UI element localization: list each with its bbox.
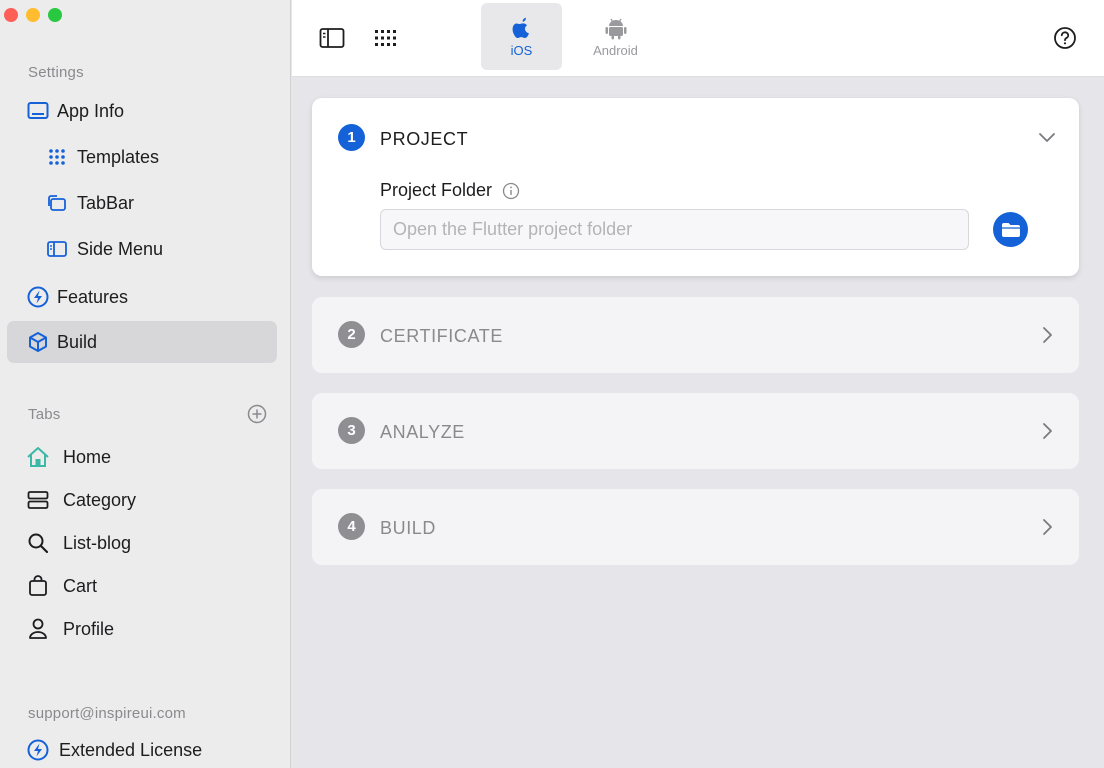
sidebar-item-label: List-blog: [63, 532, 132, 553]
step-title: ANALYZE: [380, 422, 465, 442]
close-window-button[interactable]: [4, 8, 18, 22]
platform-tab-ios[interactable]: iOS: [481, 3, 562, 70]
platform-label: Android: [593, 42, 638, 58]
apple-icon: [512, 17, 529, 38]
help-button[interactable]: [1052, 25, 1078, 51]
sidebar-item-label: Cart: [63, 575, 98, 596]
bolt-icon: [26, 738, 50, 762]
grid-view-button[interactable]: [372, 25, 400, 51]
question-circle-icon: [1054, 27, 1076, 49]
sidebar-item-label: Extended License: [59, 739, 203, 760]
sidebar-tab-list-blog[interactable]: List-blog: [7, 522, 277, 564]
chevron-right-icon: [1043, 327, 1052, 343]
chevron-right-icon: [1043, 519, 1052, 535]
expand-step-button[interactable]: [1037, 325, 1057, 345]
folder-icon: [1001, 222, 1020, 237]
step-card-certificate[interactable]: 2 CERTIFICATE: [312, 297, 1079, 373]
sidebar-item-build[interactable]: Build: [7, 321, 277, 363]
tabbar-icon: [45, 191, 69, 215]
toggle-sidebar-button[interactable]: [318, 25, 346, 51]
sidebar-tab-profile[interactable]: Profile: [7, 608, 277, 650]
sidebar-item-app-info[interactable]: App Info: [7, 90, 277, 132]
project-folder-label-text: Project Folder: [380, 180, 493, 200]
sidebar-item-tabbar[interactable]: TabBar: [7, 182, 277, 224]
sidebar-toggle-icon: [319, 28, 345, 48]
bolt-icon: [26, 285, 50, 309]
sidebar-item-templates[interactable]: Templates: [7, 136, 277, 178]
person-icon: [26, 617, 50, 641]
sidebar-item-extended-license[interactable]: Extended License: [7, 729, 277, 768]
sidebar-item-label: Home: [63, 446, 112, 467]
android-icon: [605, 18, 626, 39]
step-number: 4: [338, 513, 365, 540]
settings-section-label: Settings: [28, 64, 84, 81]
expand-step-button[interactable]: [1037, 421, 1057, 441]
plus-circle-icon: [247, 404, 267, 424]
project-folder-input[interactable]: [380, 209, 969, 250]
sidebar-tab-category[interactable]: Category: [7, 479, 277, 521]
sidebar-item-label: Build: [57, 331, 98, 352]
sidebar-item-side-menu[interactable]: Side Menu: [7, 228, 277, 270]
step-number: 2: [338, 321, 365, 348]
sidebar-item-label: App Info: [57, 100, 125, 121]
sidebar-tab-home[interactable]: Home: [7, 436, 277, 478]
step-title[interactable]: PROJECT: [380, 129, 468, 150]
step-card-project: 1 PROJECT Project Folder: [312, 98, 1079, 276]
sidebar-item-label: Side Menu: [77, 238, 164, 259]
support-email[interactable]: support@inspireui.com: [28, 705, 186, 722]
chevron-down-icon: [1039, 133, 1055, 142]
category-icon: [26, 488, 50, 512]
step-number: 1: [338, 124, 365, 151]
step-card-build[interactable]: 4 BUILD: [312, 489, 1079, 565]
sidebar-item-label: Category: [63, 489, 137, 510]
step-card-analyze[interactable]: 3 ANALYZE: [312, 393, 1079, 469]
platform-label: iOS: [510, 42, 533, 58]
sidebar-item-label: Profile: [63, 618, 115, 639]
sidebar-item-label: TabBar: [77, 192, 135, 213]
window-controls: [4, 8, 62, 22]
grid-icon: [375, 30, 396, 46]
sidebar-item-features[interactable]: Features: [7, 276, 277, 318]
home-icon: [26, 445, 50, 469]
side-menu-icon: [45, 237, 69, 261]
project-folder-label: Project Folder: [380, 180, 520, 201]
add-tab-button[interactable]: [247, 404, 269, 426]
sidebar-item-label: Features: [57, 286, 129, 307]
platform-tab-android[interactable]: Android: [575, 3, 656, 70]
step-title: BUILD: [380, 518, 437, 538]
search-icon: [26, 531, 50, 555]
sidebar: Settings App Info Templates TabBar Side …: [0, 0, 291, 768]
cube-icon: [26, 330, 50, 354]
sidebar-item-label: Templates: [77, 146, 160, 167]
zoom-window-button[interactable]: [48, 8, 62, 22]
expand-step-button[interactable]: [1037, 517, 1057, 537]
collapse-step-button[interactable]: [1037, 127, 1057, 147]
bag-icon: [26, 574, 50, 598]
app-info-icon: [26, 99, 50, 123]
sidebar-tab-cart[interactable]: Cart: [7, 565, 277, 607]
info-icon[interactable]: [502, 182, 520, 200]
toolbar: iOS Android: [292, 0, 1104, 77]
step-title: CERTIFICATE: [380, 326, 503, 346]
minimize-window-button[interactable]: [26, 8, 40, 22]
tabs-section-label: Tabs: [28, 406, 61, 423]
grid-icon: [45, 145, 69, 169]
chevron-right-icon: [1043, 423, 1052, 439]
step-number: 3: [338, 417, 365, 444]
open-folder-button[interactable]: [993, 212, 1028, 247]
